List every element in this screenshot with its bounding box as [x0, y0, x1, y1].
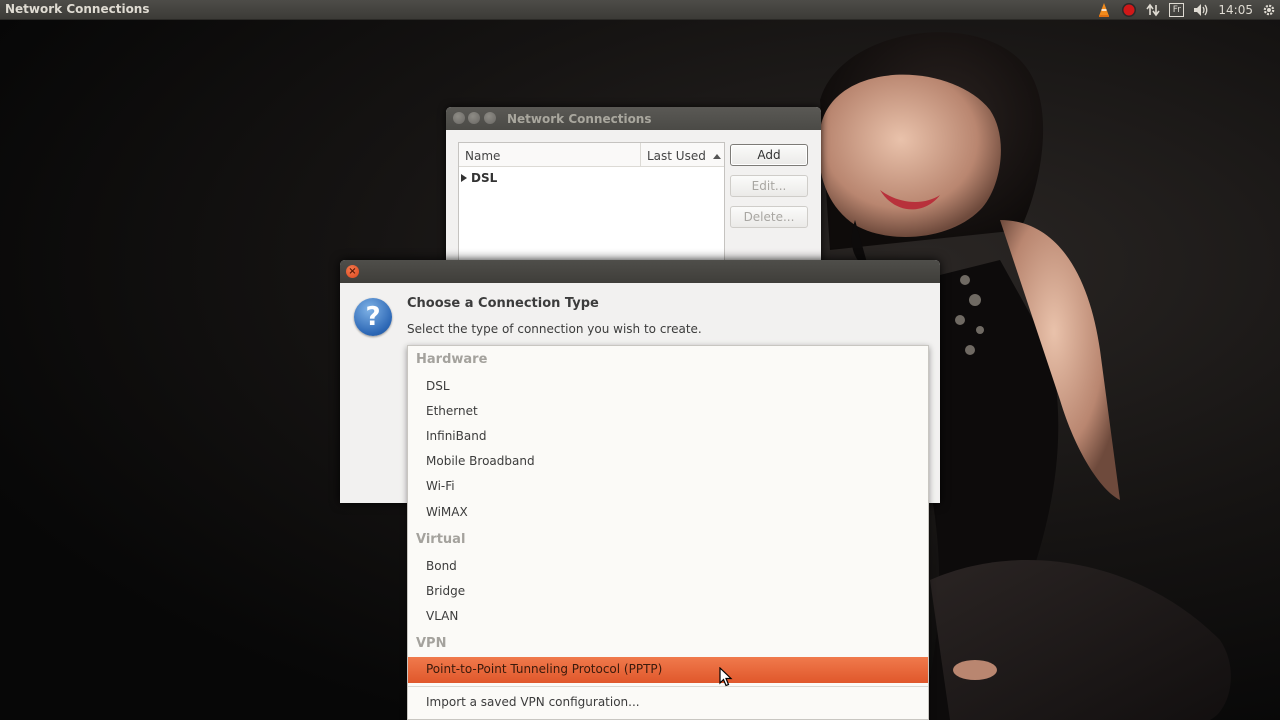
- menu-separator: [408, 686, 928, 687]
- menu-item-infiniband[interactable]: InfiniBand: [426, 429, 486, 443]
- dialog-subtitle: Select the type of connection you wish t…: [407, 322, 702, 336]
- edit-button[interactable]: Edit...: [730, 175, 808, 197]
- menu-item-pptp-highlighted[interactable]: Point-to-Point Tunneling Protocol (PPTP): [408, 657, 928, 683]
- list-header: Name Last Used: [459, 143, 724, 167]
- menu-item-mobile-broadband[interactable]: Mobile Broadband: [426, 454, 535, 468]
- connection-type-dropdown[interactable]: Hardware DSL Ethernet InfiniBand Mobile …: [407, 345, 929, 720]
- active-app-title: Network Connections: [5, 2, 150, 16]
- menu-item-import-vpn[interactable]: Import a saved VPN configuration...: [426, 695, 640, 709]
- window-titlebar[interactable]: Network Connections: [446, 107, 821, 130]
- vlc-icon[interactable]: [1096, 0, 1112, 20]
- dialog-heading: Choose a Connection Type: [407, 296, 599, 311]
- menu-item-bond[interactable]: Bond: [426, 559, 457, 573]
- dialog-titlebar[interactable]: ×: [340, 260, 940, 283]
- system-tray: Fr 14:05: [1087, 0, 1276, 20]
- menu-item-dsl[interactable]: DSL: [426, 379, 450, 393]
- list-item[interactable]: DSL: [459, 167, 724, 185]
- section-vpn: VPN: [416, 636, 447, 651]
- menu-item-pptp[interactable]: Point-to-Point Tunneling Protocol (PPTP): [426, 662, 662, 676]
- menu-item-bridge[interactable]: Bridge: [426, 584, 465, 598]
- top-panel: Network Connections Fr 14:05: [0, 0, 1280, 20]
- mouse-cursor-icon: [719, 667, 733, 687]
- close-icon[interactable]: ×: [346, 265, 359, 278]
- expander-triangle-icon[interactable]: [461, 174, 467, 182]
- section-virtual: Virtual: [416, 532, 466, 547]
- volume-icon[interactable]: [1193, 0, 1209, 20]
- section-hardware: Hardware: [416, 352, 488, 367]
- close-icon[interactable]: [453, 112, 465, 124]
- gear-icon[interactable]: [1262, 0, 1276, 20]
- connections-list[interactable]: Name Last Used DSL: [458, 142, 725, 267]
- menu-item-wimax[interactable]: WiMAX: [426, 505, 468, 519]
- network-arrows-icon[interactable]: [1146, 0, 1161, 20]
- network-connections-window: Network Connections Name Last Used DSL A…: [446, 107, 821, 267]
- delete-button[interactable]: Delete...: [730, 206, 808, 228]
- minimize-icon[interactable]: [468, 112, 480, 124]
- clock[interactable]: 14:05: [1218, 0, 1253, 20]
- question-icon: ?: [354, 298, 392, 336]
- column-name[interactable]: Name: [459, 143, 641, 166]
- list-item-label: DSL: [471, 171, 498, 185]
- sort-up-icon: [712, 154, 721, 159]
- menu-item-vlan[interactable]: VLAN: [426, 609, 458, 623]
- column-last-used[interactable]: Last Used: [641, 143, 724, 166]
- record-icon[interactable]: [1121, 0, 1137, 20]
- window-title: Network Connections: [507, 112, 652, 126]
- menu-item-wifi[interactable]: Wi-Fi: [426, 479, 455, 493]
- keyboard-layout-indicator[interactable]: Fr: [1169, 0, 1185, 20]
- maximize-icon[interactable]: [484, 112, 496, 124]
- menu-item-ethernet[interactable]: Ethernet: [426, 404, 478, 418]
- add-button[interactable]: Add: [730, 144, 808, 166]
